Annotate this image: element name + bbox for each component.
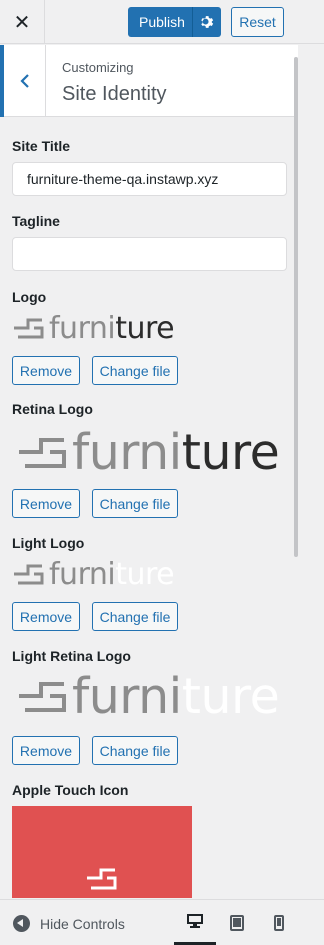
light-retina-logo-wordmark: furniture [72,667,280,725]
retina-logo-change-file-button[interactable]: Change file [92,489,178,518]
logo-preview: furniture [12,310,175,346]
furniture-mark-icon [19,682,66,712]
customizer-header: ✕ Publish Reset [0,0,324,44]
scrollbar[interactable] [294,57,298,557]
close-customizer-button[interactable]: ✕ [0,0,45,44]
preview-mobile-button[interactable] [258,900,300,945]
furniture-mark-icon [14,564,44,585]
logo-wordmark: furniture [49,310,175,346]
light-retina-logo-remove-button[interactable]: Remove [12,736,80,765]
retina-logo-label: Retina Logo [12,401,93,417]
page-title: Site Identity [62,83,167,105]
site-title-input[interactable]: furniture-theme-qa.instawp.xyz [12,162,287,196]
tablet-icon [230,915,244,931]
light-logo-change-file-button[interactable]: Change file [92,602,178,631]
apple-touch-icon-preview [12,806,192,898]
breadcrumb: Customizing [62,60,134,75]
tagline-label: Tagline [12,213,60,229]
site-title-label: Site Title [12,138,71,154]
customizer-footer: Hide Controls [0,899,324,945]
publish-divider [192,7,193,37]
logo-label: Logo [12,289,47,305]
furniture-mark-icon [14,318,44,339]
chevron-left-icon [19,74,29,88]
light-logo-remove-button[interactable]: Remove [12,602,80,631]
desktop-icon [187,914,203,928]
preview-desktop-button[interactable] [174,900,216,945]
furniture-mark-icon [87,868,117,890]
light-logo-label: Light Logo [12,535,85,551]
logo-change-file-button[interactable]: Change file [92,356,178,385]
retina-logo-remove-button[interactable]: Remove [12,489,80,518]
hide-controls-label: Hide Controls [40,915,125,932]
furniture-mark-icon [19,438,66,468]
preview-tablet-button[interactable] [216,900,258,945]
section-header: Customizing Site Identity [0,45,298,117]
light-retina-logo-label: Light Retina Logo [12,648,131,664]
retina-logo-preview: furniture [16,424,280,481]
reset-button[interactable]: Reset [231,7,284,37]
tagline-input[interactable] [12,237,287,271]
close-icon: ✕ [13,11,31,34]
back-button[interactable] [0,45,46,117]
hide-controls-button[interactable]: Hide Controls [13,915,125,932]
gear-icon[interactable] [198,14,214,30]
light-logo-wordmark: furniture [49,556,175,592]
light-retina-logo-preview: furniture [16,668,280,725]
mobile-icon [274,915,284,931]
publish-label: Publish [139,14,185,30]
light-retina-logo-change-file-button[interactable]: Change file [92,736,178,765]
logo-remove-button[interactable]: Remove [12,356,80,385]
light-logo-preview: furniture [12,556,175,592]
retina-logo-wordmark: furniture [72,423,280,481]
publish-button[interactable]: Publish [128,7,221,37]
apple-touch-icon-label: Apple Touch Icon [12,782,129,798]
collapse-icon [13,915,30,932]
